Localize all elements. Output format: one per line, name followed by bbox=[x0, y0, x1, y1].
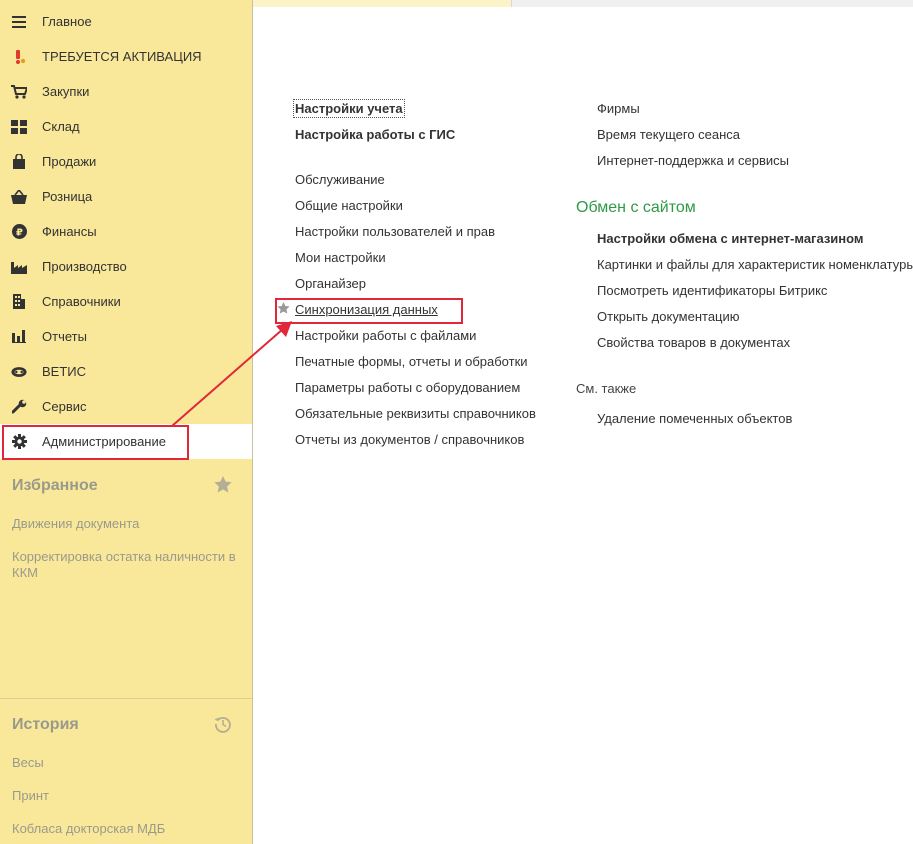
sidebar-item-finance[interactable]: ₽ Финансы bbox=[0, 214, 252, 249]
site-exchange-title: Обмен с сайтом bbox=[576, 199, 696, 216]
sidebar-item-service[interactable]: Сервис bbox=[0, 389, 252, 424]
sidebar-divider bbox=[0, 698, 252, 699]
sidebar: Главное ТРЕБУЕТСЯ АКТИВАЦИЯ Закупки Скла… bbox=[0, 0, 253, 844]
organizer-link[interactable]: Органайзер bbox=[295, 276, 366, 291]
sidebar-item-purchases[interactable]: Закупки bbox=[0, 74, 252, 109]
sidebar-item-vetis[interactable]: ВЕТИС bbox=[0, 354, 252, 389]
ruble-icon: ₽ bbox=[11, 224, 27, 240]
sidebar-item-label: Финансы bbox=[42, 224, 97, 239]
sidebar-item-label: Главное bbox=[42, 14, 92, 29]
sidebar-item-label: Производство bbox=[42, 259, 127, 274]
top-tab[interactable] bbox=[253, 0, 512, 7]
equipment-params-link[interactable]: Параметры работы с оборудованием bbox=[295, 380, 520, 395]
pictures-files-link[interactable]: Картинки и файлы для характеристик номен… bbox=[597, 257, 913, 272]
sidebar-item-activation[interactable]: ТРЕБУЕТСЯ АКТИВАЦИЯ bbox=[0, 39, 252, 74]
shop-exchange-settings-link[interactable]: Настройки обмена с интернет-магазином bbox=[597, 231, 864, 246]
cart-icon bbox=[11, 84, 27, 100]
open-docs-link[interactable]: Открыть документацию bbox=[597, 309, 740, 324]
favorites-item[interactable]: Корректировка остатка наличности в ККМ bbox=[12, 549, 247, 581]
favorites-item[interactable]: Движения документа bbox=[12, 516, 247, 532]
sidebar-item-label: ВЕТИС bbox=[42, 364, 87, 379]
my-settings-link[interactable]: Мои настройки bbox=[295, 250, 386, 265]
highlight-box-sync bbox=[275, 298, 463, 324]
cow-icon bbox=[11, 364, 27, 380]
general-settings-link[interactable]: Общие настройки bbox=[295, 198, 403, 213]
sidebar-item-reports[interactable]: Отчеты bbox=[0, 319, 252, 354]
print-forms-link[interactable]: Печатные формы, отчеты и обработки bbox=[295, 354, 528, 369]
sidebar-item-label: Закупки bbox=[42, 84, 90, 99]
sidebar-item-production[interactable]: Производство bbox=[0, 249, 252, 284]
maintenance-link[interactable]: Обслуживание bbox=[295, 172, 385, 187]
history-item[interactable]: Весы bbox=[12, 755, 247, 771]
building-icon bbox=[11, 294, 27, 310]
required-attributes-link[interactable]: Обязательные реквизиты справочников bbox=[295, 406, 536, 421]
star-icon[interactable] bbox=[214, 476, 232, 496]
wrench-icon bbox=[11, 399, 27, 415]
sidebar-item-warehouse[interactable]: Склад bbox=[0, 109, 252, 144]
document-reports-link[interactable]: Отчеты из документов / справочников bbox=[295, 432, 524, 447]
sidebar-item-retail[interactable]: Розница bbox=[0, 179, 252, 214]
bitrix-ids-link[interactable]: Посмотреть идентификаторы Битрикс bbox=[597, 283, 827, 298]
factory-icon bbox=[11, 259, 27, 275]
sidebar-item-label: Сервис bbox=[42, 399, 87, 414]
bar-chart-icon bbox=[11, 329, 27, 345]
sidebar-item-label: Справочники bbox=[42, 294, 121, 309]
basket-icon bbox=[11, 189, 27, 205]
see-also-title: См. также bbox=[576, 381, 637, 396]
gis-settings-link[interactable]: Настройка работы с ГИС bbox=[295, 127, 455, 142]
warning-icon bbox=[11, 49, 27, 65]
history-item[interactable]: Кобласа докторская МДБ bbox=[12, 821, 247, 837]
sidebar-item-label: Отчеты bbox=[42, 329, 87, 344]
warehouse-icon bbox=[11, 119, 27, 135]
sidebar-item-main[interactable]: Главное bbox=[0, 4, 252, 39]
sidebar-item-label: Розница bbox=[42, 189, 93, 204]
sidebar-item-catalogs[interactable]: Справочники bbox=[0, 284, 252, 319]
sidebar-item-label: Склад bbox=[42, 119, 80, 134]
highlight-box-administration bbox=[2, 425, 189, 460]
sidebar-item-sales[interactable]: Продажи bbox=[0, 144, 252, 179]
delete-marked-link[interactable]: Удаление помеченных объектов bbox=[597, 411, 792, 426]
menu-icon bbox=[11, 14, 27, 30]
product-properties-link[interactable]: Свойства товаров в документах bbox=[597, 335, 790, 350]
users-rights-settings-link[interactable]: Настройки пользователей и прав bbox=[295, 224, 495, 239]
internet-support-link[interactable]: Интернет-поддержка и сервисы bbox=[597, 153, 789, 168]
shopping-bag-icon bbox=[11, 154, 27, 170]
sidebar-item-label: ТРЕБУЕТСЯ АКТИВАЦИЯ bbox=[42, 49, 202, 64]
history-item[interactable]: Принт bbox=[12, 788, 247, 804]
companies-link[interactable]: Фирмы bbox=[597, 101, 640, 116]
file-settings-link[interactable]: Настройки работы с файлами bbox=[295, 328, 476, 343]
history-icon[interactable] bbox=[214, 715, 232, 736]
sidebar-item-label: Продажи bbox=[42, 154, 97, 169]
svg-text:₽: ₽ bbox=[16, 228, 23, 239]
top-tab-strip bbox=[253, 0, 913, 7]
accounting-settings-link[interactable]: Настройки учета bbox=[293, 99, 405, 118]
session-time-link[interactable]: Время текущего сеанса bbox=[597, 127, 740, 142]
favorites-title: Избранное bbox=[12, 477, 98, 494]
history-title: История bbox=[12, 716, 79, 733]
